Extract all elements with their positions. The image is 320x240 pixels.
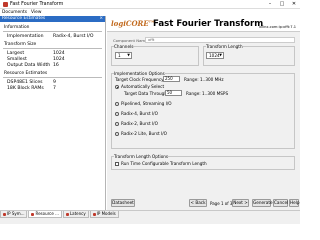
panel-title: Resource Estimates [2,16,46,21]
maximize-button[interactable]: □ [276,0,288,9]
configuration-pane: logiCORETM Fast Fourier Transform xilinx… [107,16,300,210]
menu-bar: Documents View [0,9,300,16]
chevron-down-icon: ▼ [127,53,130,57]
radix2-label: Radix-2, Burst I/O [121,121,158,126]
size-value: 1024 [53,56,65,62]
transform-size-section: Transform Size Largest 1024 Smallest 102… [3,42,102,68]
length-options-label: Transform Length Options [114,154,169,159]
throughput-input[interactable]: 50 [165,90,182,96]
help-button[interactable]: Help [289,199,300,207]
resource-key: 18K Block RAMs [7,85,44,91]
panel-header: Resource Estimates × [0,16,105,22]
logicore-logo: logiCORETM [111,19,155,28]
resource-section: Resource Estimates DSP48E1 Slices 9 18K … [3,71,102,91]
clock-frequency-input[interactable]: 250 [163,76,180,82]
ip-models-icon [92,212,96,216]
size-key: Output Data Width [7,62,51,68]
ip-header: logiCORETM Fast Fourier Transform xilinx… [107,16,300,32]
radix4-label: Radix-4, Burst I/O [121,111,158,116]
section-title: Resource Estimates [4,71,48,76]
ip-vlnv: xilinx.com:ip:xfft:7.1 [259,25,296,29]
clock-range-label: Range: 1..300 MHz [184,77,224,82]
cancel-button[interactable]: Cancel [273,199,288,207]
divider [3,31,102,32]
next-button[interactable]: Next > [232,199,249,207]
size-value: 16 [53,62,59,68]
bottom-tab-bar: IP Sym... Resource ... Latency IP Models [0,210,300,224]
close-panel-icon[interactable]: × [99,16,103,22]
radix2-radio[interactable] [115,122,119,126]
tab-ip-models[interactable]: IP Models [89,211,119,218]
radix2-lite-label: Radix-2 Lite, Burst I/O [121,131,167,136]
resource-icon [31,212,35,216]
throughput-range-label: Range: 1..300 MSPS [186,91,229,96]
size-value: 1024 [53,50,65,56]
info-key: Implementation [7,33,44,39]
runtime-length-checkbox[interactable] [115,162,119,166]
tab-resource[interactable]: Resource ... [28,211,62,218]
datasheet-button[interactable]: Datasheet [111,199,135,207]
section-title: Information [4,25,30,30]
transform-length-label: Transform Length [206,44,243,49]
pipelined-label: Pipelined, Streaming I/O [121,101,172,106]
component-name-label: Component Name [113,38,148,43]
pipelined-radio[interactable] [115,102,119,106]
resource-value: 9 [53,79,56,85]
divider [3,48,102,49]
resource-key: DSP48E1 Slices [7,79,43,85]
window-title: Fast Fourier Transform [10,1,64,7]
page-indicator: Page 1 of 3 [210,201,233,206]
tab-latency[interactable]: Latency [62,211,89,218]
divider [3,77,102,78]
menu-view[interactable]: View [31,10,41,15]
transform-length-select[interactable]: 1024 ▼ [206,52,224,59]
channels-select[interactable]: 1 ▼ [115,52,132,59]
channels-label: Channels [114,44,134,49]
auto-select-radio[interactable] [115,85,119,89]
section-title: Transform Size [4,42,37,47]
chevron-down-icon: ▼ [219,53,222,57]
resource-estimates-panel: Resource Estimates × Information Impleme… [0,16,106,210]
size-row: Output Data Width 16 [3,62,102,68]
ip-symbol-icon [3,212,6,216]
runtime-length-label: Run Time Configurable Transform Length [121,161,207,166]
information-section: Information Implementation Radix-4, Burs… [3,25,102,39]
tab-ip-symbol[interactable]: IP Sym... [0,211,28,218]
size-key: Smallest [7,56,27,62]
menu-documents[interactable]: Documents [2,10,27,15]
radix4-radio[interactable] [115,112,119,116]
implementation-options-label: Implementation Options [114,71,165,76]
info-row: Implementation Radix-4, Burst I/O [3,33,102,39]
info-value: Radix-4, Burst I/O [53,33,94,39]
resource-value: 7 [53,85,56,91]
latency-icon [65,212,69,216]
component-name-input[interactable]: xfft [145,37,295,43]
close-button[interactable]: ✕ [288,0,300,9]
auto-select-label: Automatically Select [121,84,165,89]
minimize-button[interactable]: – [264,0,276,9]
app-icon [3,1,8,7]
generate-button[interactable]: Generate [252,199,273,207]
radix2-lite-radio[interactable] [115,132,119,136]
title-bar: Fast Fourier Transform – □ ✕ [0,0,300,9]
clock-frequency-label: Target Clock Frequency [115,77,164,82]
resource-row: 18K Block RAMs 7 [3,85,102,91]
size-key: Largest [7,50,25,56]
window-controls: – □ ✕ [264,0,300,9]
ip-title: Fast Fourier Transform [153,19,264,29]
back-button[interactable]: < Back [189,199,207,207]
